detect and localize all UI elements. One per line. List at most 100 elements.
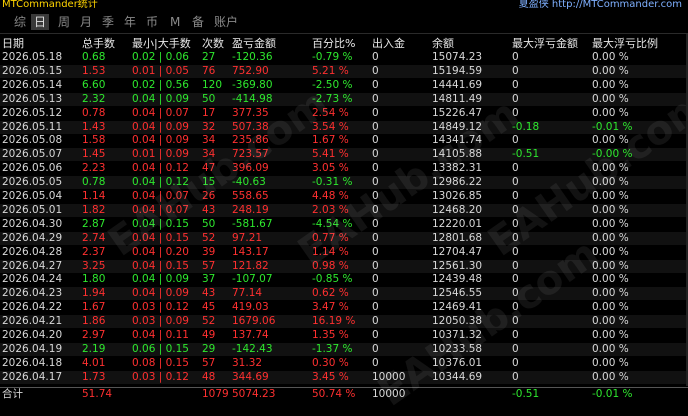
- column-header[interactable]: 最小|大手数: [132, 37, 191, 51]
- table-cell: 377.35: [232, 106, 269, 119]
- table-cell: 0.04 | 0.15: [132, 259, 189, 272]
- table-row[interactable]: 2026.04.19 2.19 0.06 | 0.15 29 -142.43 -1.37 …: [0, 342, 688, 356]
- table-cell: 0.04 | 0.09: [132, 120, 189, 133]
- column-header[interactable]: 余额: [432, 37, 454, 51]
- table-cell: 0: [372, 190, 379, 202]
- tab-3[interactable]: 月: [80, 14, 92, 30]
- table-cell: 1.86: [82, 315, 106, 328]
- table-cell: 52: [202, 315, 216, 328]
- table-row[interactable]: 2026.05.15 1.53 0.01 | 0.05 76 752.90 5.21 % 0…: [0, 64, 688, 78]
- table-cell: 47: [202, 162, 216, 175]
- table-cell: 0.04 | 0.07: [132, 203, 189, 216]
- table-cell: 1679.06: [232, 315, 276, 328]
- table-cell: 10371.32: [432, 329, 483, 341]
- table-cell: -581.67: [232, 217, 273, 230]
- table-cell: 396.09: [232, 162, 269, 175]
- table-row[interactable]: 2026.05.04 1.14 0.04 | 0.07 26 558.65 4.48 % 0…: [0, 190, 688, 203]
- table-cell: 0.30 %: [312, 356, 349, 369]
- table-cell: -414.98: [232, 92, 273, 105]
- table-cell: 2.37: [82, 245, 106, 258]
- column-header[interactable]: 总手数: [82, 37, 115, 51]
- table-row[interactable]: 2026.05.12 0.78 0.04 | 0.07 17 377.35 2.54 % 0…: [0, 107, 688, 120]
- table-row[interactable]: 2026.04.24 1.80 0.04 | 0.09 37 -107.07 -0.85 …: [0, 273, 688, 286]
- tab-2[interactable]: 周: [58, 14, 70, 30]
- table-cell: 10000: [372, 370, 406, 383]
- table-cell: 0.04 | 0.09: [132, 134, 189, 147]
- tab-9[interactable]: 账户: [214, 14, 238, 30]
- tab-7[interactable]: M: [170, 14, 180, 30]
- table-cell: -0.18: [512, 120, 540, 133]
- total-cell: 10000: [372, 388, 406, 400]
- table-cell: 0: [372, 162, 379, 175]
- table-row[interactable]: 2026.05.08 1.58 0.04 | 0.09 34 235.86 1.67 % 0…: [0, 134, 688, 147]
- total-cell: 1079: [202, 388, 229, 400]
- table-cell: 12220.01: [432, 217, 483, 230]
- table-row[interactable]: 2026.05.07 1.45 0.01 | 0.09 34 723.57 5.41 % 0…: [0, 148, 688, 162]
- table-row[interactable]: 2026.04.29 2.74 0.04 | 0.15 52 97.21 0.77 % 0 1…: [0, 231, 688, 245]
- table-cell: 0: [512, 190, 519, 202]
- table-cell: 0.00 %: [592, 287, 629, 300]
- table-row[interactable]: 2026.04.20 2.97 0.04 | 0.11 49 137.74 1.35 % 0…: [0, 329, 688, 342]
- total-cell: -0.51: [512, 388, 540, 400]
- table-row[interactable]: 2026.04.17 1.73 0.03 | 0.12 48 344.69 3.45 % 1…: [0, 370, 688, 384]
- table-cell: 0: [512, 231, 519, 244]
- table-cell: 1.43: [82, 120, 106, 133]
- table-cell: 27: [202, 51, 216, 63]
- table-row[interactable]: 2026.04.30 2.87 0.04 | 0.15 50 -581.67 -4.54 …: [0, 218, 688, 231]
- table-row[interactable]: 2026.04.22 1.67 0.03 | 0.12 45 419.03 3.47 % 0…: [0, 301, 688, 314]
- column-header[interactable]: 最大浮亏金额: [512, 37, 578, 51]
- column-header[interactable]: 盈亏金额: [232, 37, 276, 51]
- tab-0[interactable]: 综: [14, 14, 26, 30]
- table-row[interactable]: 2026.04.28 2.37 0.04 | 0.20 39 143.17 1.14 % 0…: [0, 246, 688, 259]
- table-cell: 1.14: [82, 190, 106, 202]
- table-row[interactable]: 2026.05.14 6.60 0.02 | 0.56 120 -369.80 -2.50…: [0, 79, 688, 92]
- column-header[interactable]: 最大浮亏比例: [592, 37, 658, 51]
- table-cell: 137.74: [232, 329, 269, 341]
- tab-6[interactable]: 币: [146, 14, 158, 30]
- table-cell: 2026.04.30: [2, 217, 63, 230]
- table-cell: 2026.05.06: [2, 162, 63, 175]
- table-row[interactable]: 2026.04.21 1.86 0.03 | 0.09 52 1679.06 16.19 …: [0, 315, 688, 329]
- table-cell: -40.63: [232, 176, 266, 189]
- table-cell: 4.48 %: [312, 190, 349, 202]
- table-row[interactable]: 2026.05.01 1.82 0.04 | 0.07 43 248.19 2.03 % 0…: [0, 203, 688, 217]
- tab-5[interactable]: 年: [124, 14, 136, 30]
- table-cell: 2026.05.05: [2, 176, 63, 189]
- table-row[interactable]: 2026.04.27 3.25 0.04 | 0.15 57 121.82 0.98 % 0…: [0, 259, 688, 273]
- table-row[interactable]: 2026.05.06 2.23 0.04 | 0.12 47 396.09 3.05 % 0…: [0, 162, 688, 175]
- table-cell: 12050.38: [432, 315, 483, 328]
- website-link[interactable]: 夏盈侠 http://MTCommander.com: [519, 0, 682, 10]
- table-cell: 32: [202, 120, 216, 133]
- table-cell: 0.00 %: [592, 301, 629, 314]
- table-cell: 0: [512, 203, 519, 216]
- column-header[interactable]: 次数: [202, 37, 224, 51]
- tab-8[interactable]: 备: [192, 14, 204, 30]
- table-cell: 752.90: [232, 64, 269, 77]
- table-cell: 50: [202, 217, 216, 230]
- table-row[interactable]: 2026.05.05 0.78 0.04 | 0.12 15 -40.63 -0.31 %…: [0, 176, 688, 190]
- table-cell: 2.19: [82, 342, 106, 355]
- table-cell: 0: [372, 203, 379, 216]
- table-row[interactable]: 2026.05.11 1.43 0.04 | 0.09 32 507.38 3.54 % 0…: [0, 120, 688, 134]
- column-header[interactable]: 日期: [2, 37, 24, 51]
- tab-1[interactable]: 日: [31, 14, 50, 30]
- tab-4[interactable]: 季: [102, 14, 114, 30]
- table-cell: 52: [202, 231, 216, 244]
- table-cell: -0.85 %: [312, 273, 353, 286]
- table-cell: 2.97: [82, 329, 106, 341]
- table-cell: 0: [512, 273, 519, 286]
- table-cell: -0.01 %: [592, 120, 633, 133]
- column-header[interactable]: 出入金: [372, 37, 405, 51]
- table-row[interactable]: 2026.05.13 2.32 0.04 | 0.09 50 -414.98 -2.73 …: [0, 92, 688, 106]
- table-row[interactable]: 2026.04.18 4.01 0.08 | 0.15 57 31.32 0.30 % 0 1…: [0, 357, 688, 370]
- table-row[interactable]: 2026.04.23 1.94 0.04 | 0.09 43 77.14 0.62 % 0 1…: [0, 287, 688, 301]
- table-cell: 12801.68: [432, 231, 483, 244]
- table-row[interactable]: 2026.05.18 0.68 0.02 | 0.06 27 -120.36 -0.79 …: [0, 51, 688, 64]
- table-cell: 2.87: [82, 217, 106, 230]
- table-cell: 0: [372, 329, 379, 341]
- column-header[interactable]: 百分比%: [312, 37, 355, 51]
- table-cell: 2026.04.27: [2, 259, 63, 272]
- table-cell: 12469.41: [432, 301, 483, 314]
- table-cell: 0.03 | 0.12: [132, 301, 189, 314]
- table-cell: 0.04 | 0.09: [132, 92, 189, 105]
